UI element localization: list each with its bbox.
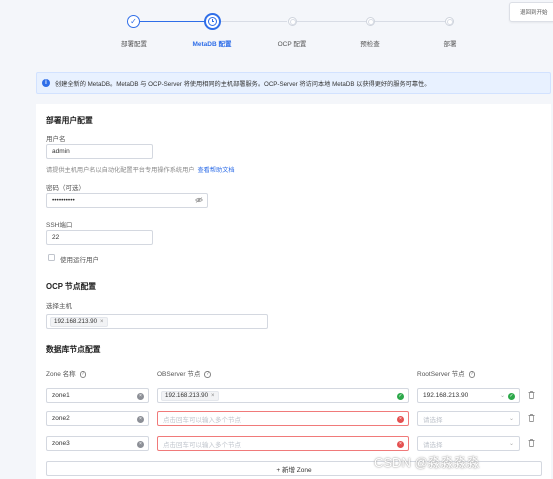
rootserver-placeholder: 请选择	[423, 441, 443, 449]
section-title-db-node: 数据库节点配置	[46, 345, 101, 354]
host-tag-text: 192.168.213.90	[54, 318, 98, 325]
host-tag: 192.168.213.90 ×	[50, 316, 108, 327]
observer-node-input[interactable]: 点击回车可以输入多个节点 ×	[157, 411, 409, 426]
zone-name-header: Zone 名称?	[46, 371, 87, 378]
password-value: ••••••••••	[52, 197, 75, 204]
step-label-metadb-config: MetaDB 配置	[192, 41, 232, 48]
rootserver-select[interactable]: 请选择 ⌄	[417, 411, 520, 426]
ssh-port-label: SSH端口	[46, 222, 73, 229]
rootserver-value: 192.168.213.90	[423, 392, 469, 399]
observer-node-input[interactable]: 点击回车可以输入多个节点 ×	[157, 436, 409, 451]
delete-icon[interactable]	[528, 439, 535, 447]
clear-icon[interactable]: ×	[137, 392, 144, 400]
step-label-deploy: 部署	[443, 41, 457, 48]
stepper: ✓ 部署配置 MetaDB 配置 OCP 配置 预检查 部署	[0, 12, 553, 52]
host-select[interactable]: 192.168.213.90 ×	[46, 314, 268, 329]
zone-name-input[interactable]: zone3 ×	[46, 436, 149, 451]
observer-placeholder: 点击回车可以输入多个节点	[163, 441, 241, 449]
zone-name-input[interactable]: zone2 ×	[46, 411, 149, 426]
chevron-down-icon: ⌄	[499, 393, 505, 399]
clear-icon[interactable]: ×	[137, 440, 144, 448]
password-input[interactable]: ••••••••••	[46, 193, 208, 208]
step-pending-icon	[288, 17, 297, 26]
step-connector	[297, 21, 367, 22]
step-label-ocp-config: OCP 配置	[277, 41, 307, 48]
runtime-user-checkbox[interactable]	[48, 254, 55, 261]
observer-tag: 192.168.213.90 ×	[161, 390, 219, 401]
info-alert: i 创建全新的 MetaDB。MetaDB 与 OCP-Server 将使用相同…	[36, 72, 551, 94]
observer-header: OBServer 节点?	[157, 371, 211, 378]
rootserver-select[interactable]: 请选择 ⌄	[417, 436, 520, 451]
alert-text: 创建全新的 MetaDB。MetaDB 与 OCP-Server 将使用相同的主…	[55, 80, 431, 88]
username-input[interactable]: admin	[46, 144, 153, 159]
zone-name-input[interactable]: zone1 ×	[46, 388, 149, 403]
username-value: admin	[52, 148, 70, 155]
delete-icon[interactable]	[528, 391, 535, 399]
step-pending-icon	[445, 17, 454, 26]
check-circle-icon: ✓	[397, 392, 404, 400]
delete-icon[interactable]	[528, 414, 535, 422]
info-icon: i	[42, 79, 50, 87]
observer-placeholder: 点击回车可以输入多个节点	[163, 416, 241, 424]
clear-icon[interactable]: ×	[137, 415, 144, 423]
zone-name-value: zone1	[52, 392, 70, 399]
step-active-clock-icon	[204, 13, 221, 30]
observer-node-input[interactable]: 192.168.213.90 × ✓	[157, 388, 409, 403]
tag-close-icon[interactable]: ×	[100, 319, 104, 325]
error-circle-icon: ×	[397, 415, 404, 423]
section-title-deploy-user: 部署用户配置	[46, 116, 93, 125]
ssh-port-value: 22	[52, 234, 60, 241]
help-icon[interactable]: ?	[79, 371, 87, 378]
runtime-user-label: 使用运行用户	[60, 257, 99, 264]
tag-close-icon[interactable]: ×	[211, 393, 215, 399]
step-connector	[140, 21, 206, 22]
help-icon[interactable]: ?	[468, 371, 476, 378]
step-connector	[221, 21, 287, 22]
watermark: CSDN @淼淼淼淼	[374, 455, 480, 470]
chevron-down-icon: ⌄	[508, 441, 514, 447]
config-card: 部署用户配置 用户名 admin 请提供主机用户名以自动化配置平台专用操作系统用…	[36, 104, 551, 479]
observer-tag-text: 192.168.213.90	[165, 392, 209, 399]
eye-slash-icon[interactable]	[195, 197, 203, 203]
rootserver-placeholder: 请选择	[423, 416, 443, 424]
help-icon[interactable]: ?	[204, 371, 211, 378]
zone-name-value: zone2	[52, 415, 70, 422]
section-title-ocp-node: OCP 节点配置	[46, 282, 97, 291]
rootserver-header: RootServer 节点?	[417, 371, 476, 378]
username-label: 用户名	[46, 136, 66, 143]
step-done-icon: ✓	[127, 15, 140, 28]
step-label-deploy-config: 部署配置	[121, 41, 147, 48]
check-circle-icon: ✓	[508, 392, 515, 400]
host-select-label: 选择主机	[46, 303, 72, 310]
step-pending-icon	[366, 17, 375, 26]
error-circle-icon: ×	[397, 440, 404, 448]
rootserver-select[interactable]: 192.168.213.90 ⌄ ✓	[417, 388, 520, 403]
help-doc-link[interactable]: 查看帮助文档	[198, 167, 235, 174]
step-label-precheck: 预检查	[360, 41, 380, 48]
chevron-down-icon: ⌄	[508, 416, 514, 422]
step-connector	[375, 21, 445, 22]
password-label: 密码（可选）	[46, 185, 85, 192]
ssh-port-input[interactable]: 22	[46, 230, 153, 245]
hint-text: 请提供主机用户名以自动化配置平台专用操作系统用户	[46, 167, 195, 174]
zone-name-value: zone3	[52, 440, 70, 447]
username-hint: 请提供主机用户名以自动化配置平台专用操作系统用户 查看帮助文档	[46, 165, 235, 174]
